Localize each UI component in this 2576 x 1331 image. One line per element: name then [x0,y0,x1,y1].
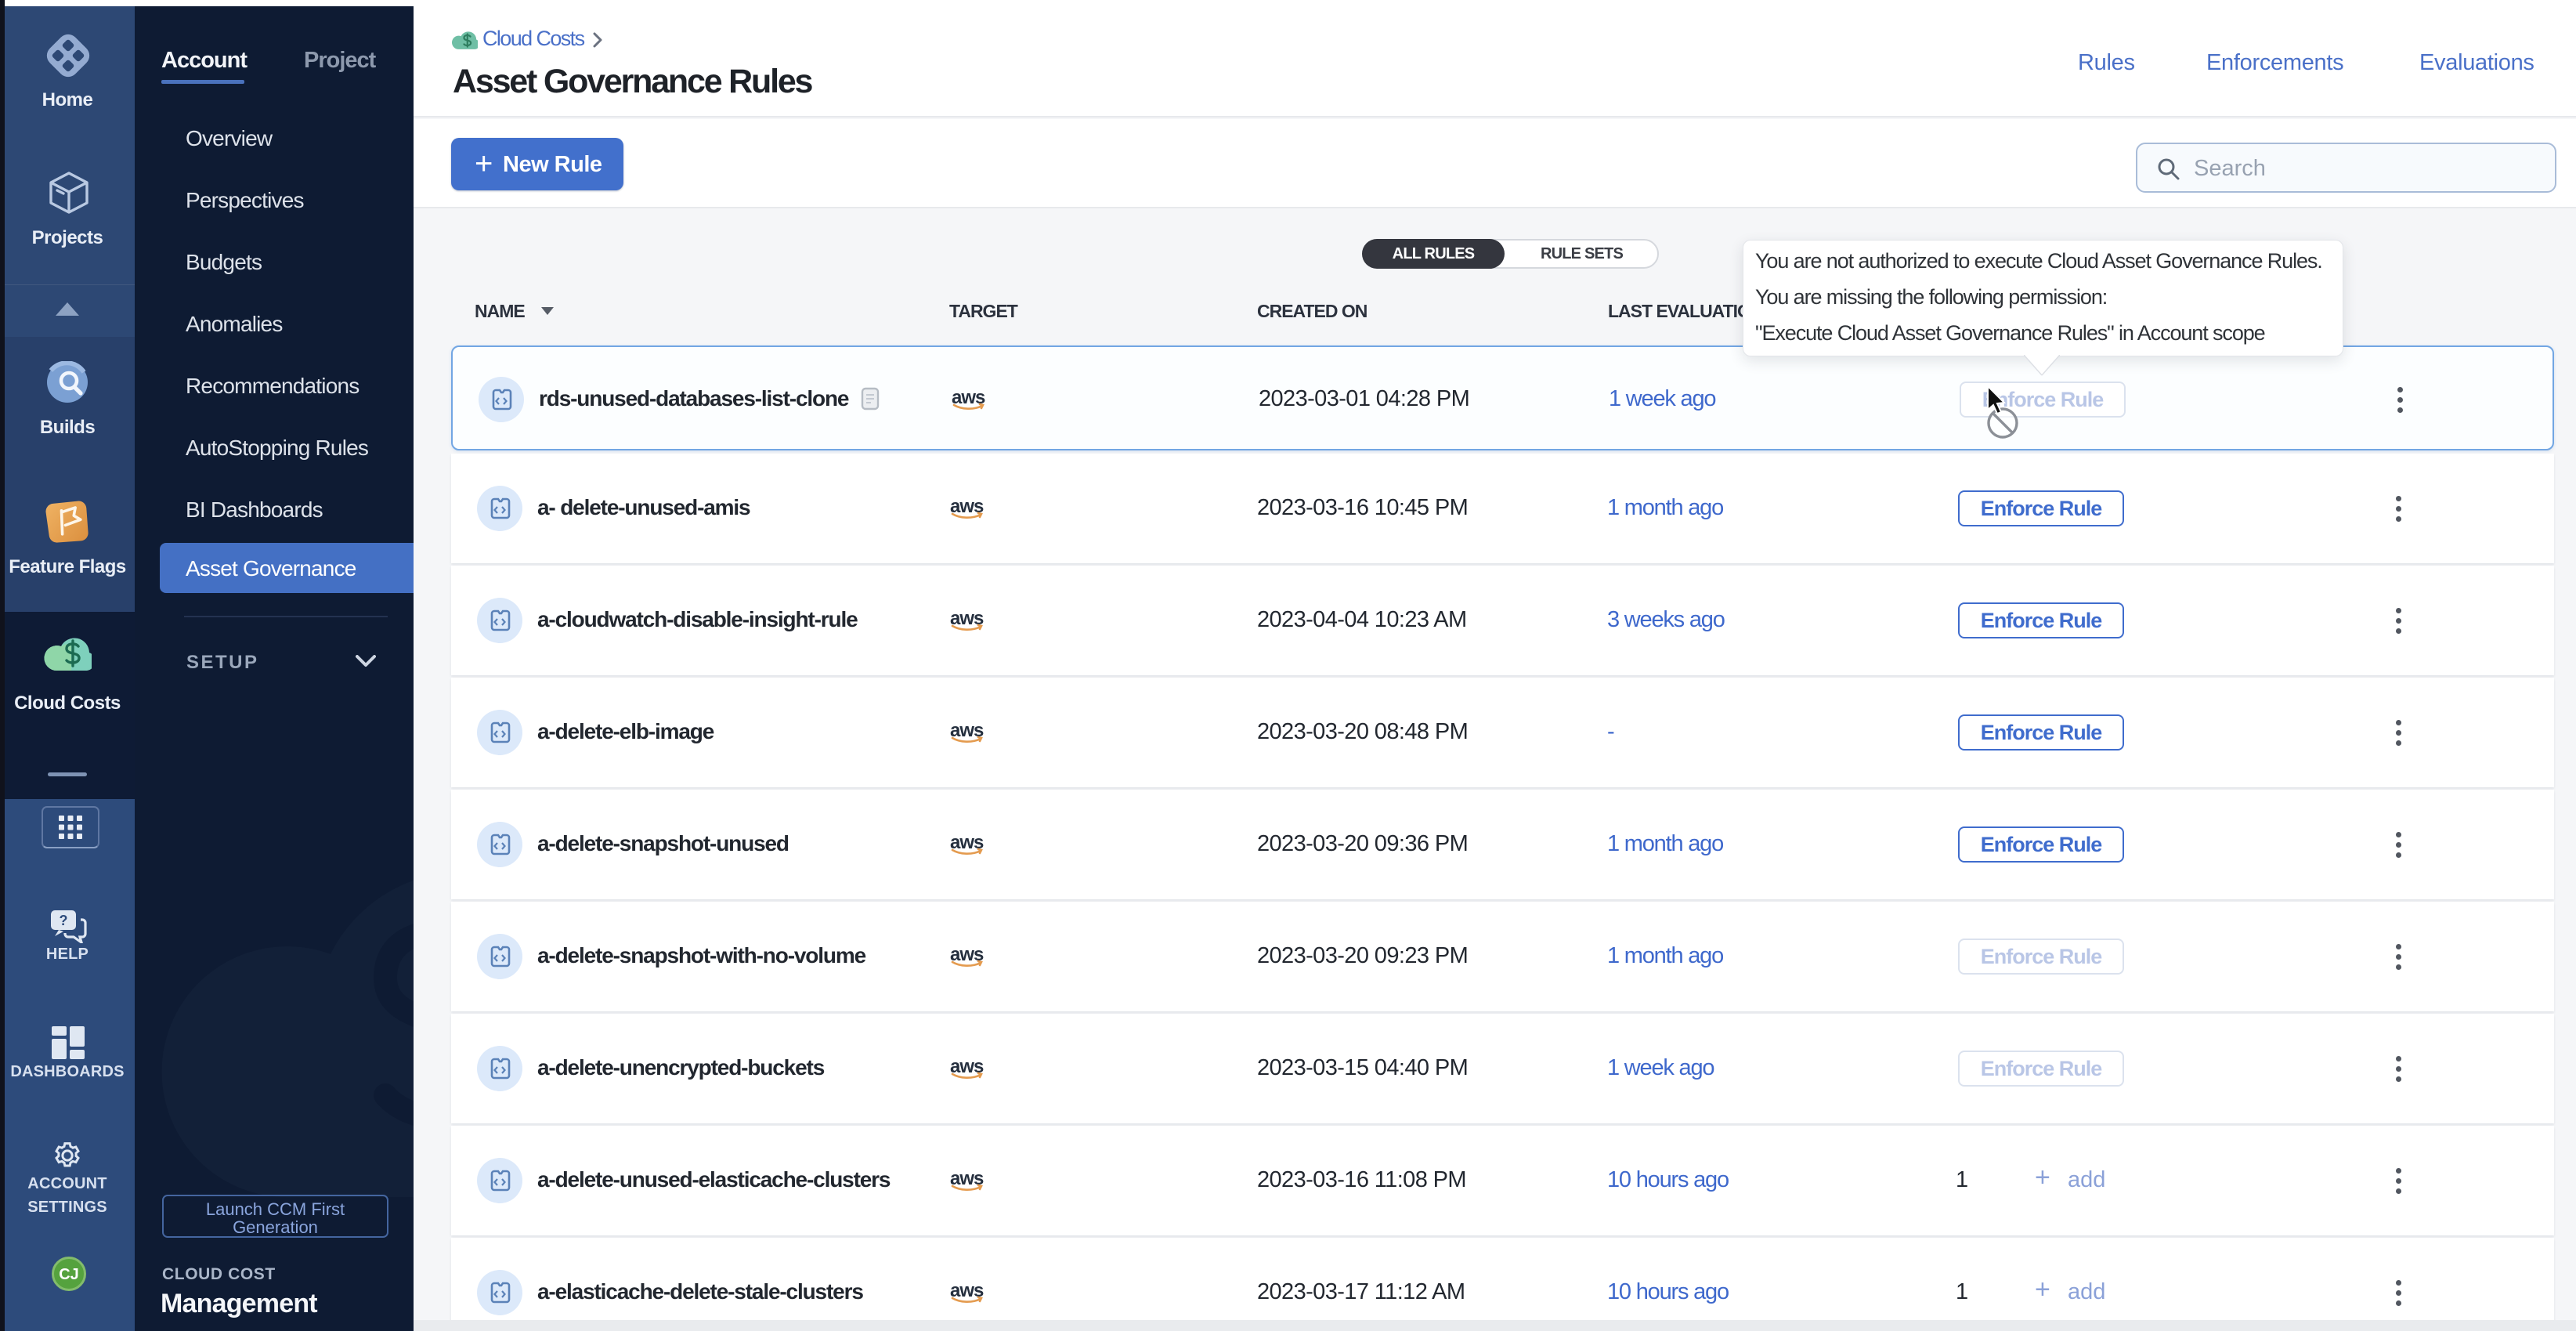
svg-text:?: ? [60,913,68,928]
